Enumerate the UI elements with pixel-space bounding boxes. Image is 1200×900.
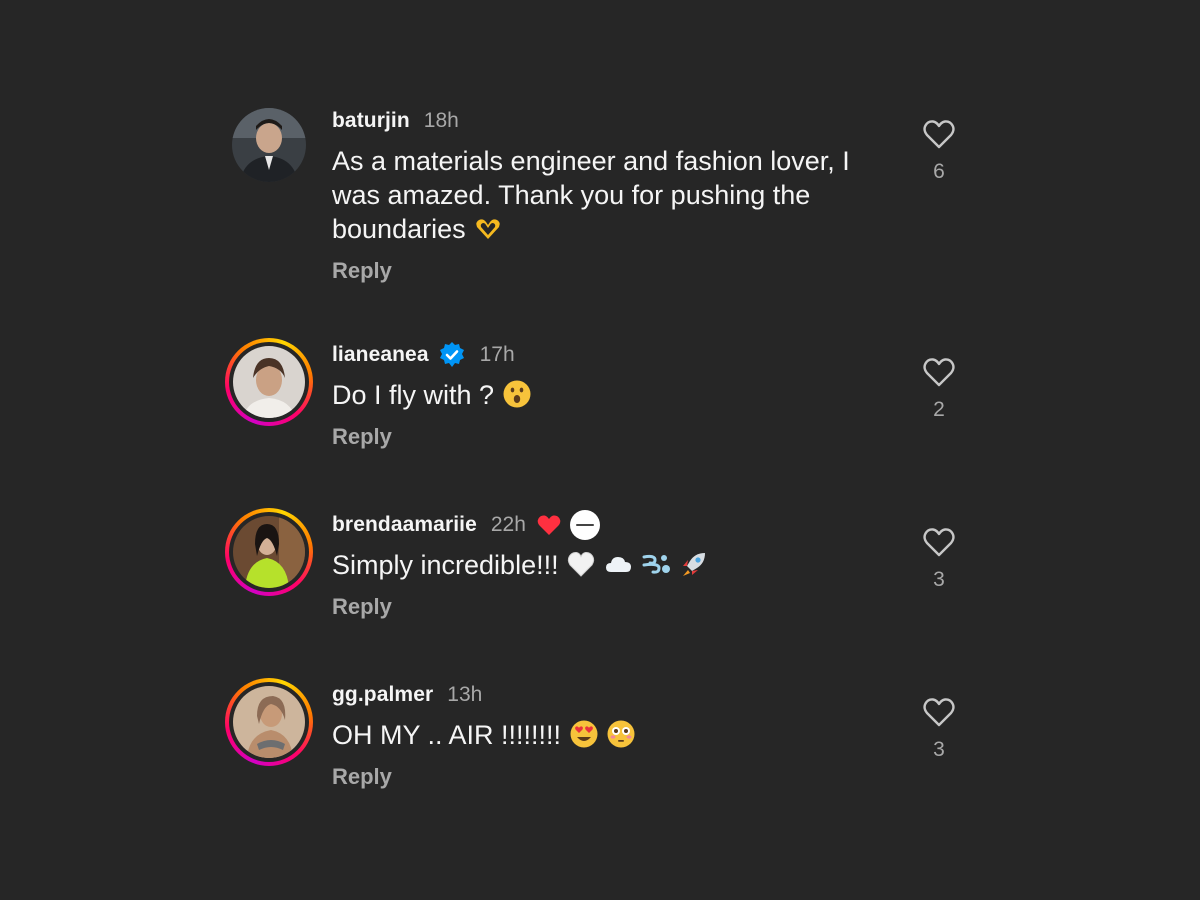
astonished-face-emoji-icon xyxy=(503,380,531,408)
reply-button[interactable]: Reply xyxy=(332,258,892,284)
comment-text: Do I fly with ? xyxy=(332,378,892,412)
dashing-away-emoji-icon xyxy=(642,554,671,574)
comment-text: OH MY .. AIR !!!!!!!! xyxy=(332,718,892,752)
heart-filled-icon xyxy=(537,515,561,535)
white-heart-emoji-icon xyxy=(567,551,595,577)
heart-hands-emoji-icon xyxy=(476,219,500,239)
avatar[interactable] xyxy=(225,338,313,426)
comment-timestamp: 22h xyxy=(490,513,526,536)
like-count: 2 xyxy=(933,398,945,421)
cloud-emoji-icon xyxy=(605,557,631,572)
like-count: 3 xyxy=(933,738,945,761)
avatar[interactable] xyxy=(232,108,306,182)
comment-text: Simply incredible!!! xyxy=(332,548,892,582)
comment-timestamp: 18h xyxy=(423,109,459,132)
heart-outline-icon[interactable] xyxy=(922,526,956,558)
like-count: 3 xyxy=(933,568,945,591)
avatar[interactable] xyxy=(225,508,313,596)
comment-timestamp: 17h xyxy=(479,343,515,366)
rocket-emoji-icon xyxy=(682,553,705,576)
heart-outline-icon[interactable] xyxy=(922,356,956,388)
avatar[interactable] xyxy=(225,678,313,766)
comments-screen: baturjin 18h As a materials engineer and… xyxy=(0,0,1200,900)
comment-username[interactable]: baturjin xyxy=(332,109,410,133)
comment-text: As a materials engineer and fashion love… xyxy=(332,146,850,244)
reply-button[interactable]: Reply xyxy=(332,594,892,620)
heart-eyes-emoji-icon xyxy=(570,720,598,748)
comment-username[interactable]: brendaamariie xyxy=(332,513,477,537)
comment-username[interactable]: lianeanea xyxy=(332,343,429,367)
like-count: 6 xyxy=(933,160,945,183)
comment-username[interactable]: gg.palmer xyxy=(332,683,433,707)
reply-button[interactable]: Reply xyxy=(332,424,892,450)
heart-outline-icon[interactable] xyxy=(922,118,956,150)
reply-button[interactable]: Reply xyxy=(332,764,892,790)
heart-outline-icon[interactable] xyxy=(922,696,956,728)
verified-badge-icon xyxy=(439,342,464,367)
flushed-face-emoji-icon xyxy=(607,720,635,748)
author-avatar-badge-icon xyxy=(569,510,600,540)
comment-timestamp: 13h xyxy=(447,683,483,706)
